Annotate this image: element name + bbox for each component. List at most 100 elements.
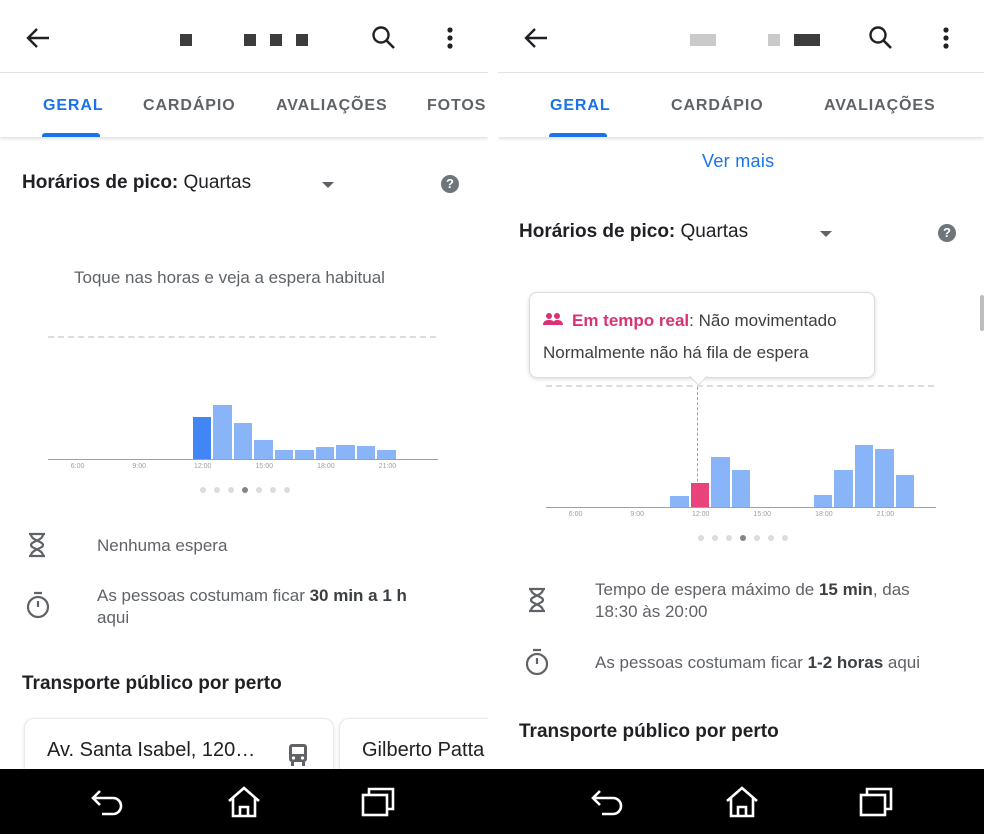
page-dot[interactable] <box>200 487 206 493</box>
tab-avaliacoes[interactable]: AVALIAÇÕES <box>824 97 936 115</box>
transit-stop-name: Gilberto Patta <box>362 739 485 761</box>
more-vert-icon[interactable] <box>930 22 962 54</box>
chart-bar[interactable] <box>670 496 689 507</box>
peak-hours-day: Quartas <box>183 172 252 193</box>
chart-bar[interactable] <box>813 495 833 507</box>
home-nav-icon[interactable] <box>722 783 762 821</box>
timer-icon <box>523 647 551 682</box>
chart-tick-label: 12:00 <box>193 463 212 470</box>
timer-icon <box>24 590 52 625</box>
wait-time-text: Tempo de espera máximo de 15 min, das 18:… <box>595 579 975 623</box>
chart-bar[interactable] <box>875 449 894 507</box>
wait-time-suffix: , das <box>872 580 910 599</box>
chart-bar[interactable] <box>274 449 294 459</box>
back-arrow-icon[interactable] <box>22 22 54 54</box>
page-dot[interactable] <box>698 535 704 541</box>
tab-fotos[interactable]: FOTOS <box>427 97 486 115</box>
chart-bar[interactable] <box>213 405 232 459</box>
recents-nav-icon[interactable] <box>358 783 398 821</box>
search-icon[interactable] <box>368 22 400 54</box>
page-dot[interactable] <box>782 535 788 541</box>
chart-tick-label: 6:00 <box>70 463 85 470</box>
search-icon[interactable] <box>865 22 897 54</box>
tab-geral[interactable]: GERAL <box>550 97 611 115</box>
transit-card[interactable]: Av. Santa Isabel, 120… <box>24 718 334 769</box>
transport-heading: Transporte público por perto <box>22 673 282 694</box>
visit-duration-prefix: As pessoas costumam ficar <box>97 586 310 605</box>
see-more-link[interactable]: Ver mais <box>702 151 774 172</box>
chart-bar-live[interactable] <box>690 483 710 507</box>
recents-nav-icon[interactable] <box>856 783 896 821</box>
tab-geral[interactable]: GERAL <box>43 97 104 115</box>
chart-page-dots[interactable] <box>698 535 788 541</box>
page-dot[interactable] <box>754 535 760 541</box>
page-dot[interactable] <box>228 487 234 493</box>
transit-stop-name: Av. Santa Isabel, 120… <box>47 739 256 761</box>
chart-bar[interactable] <box>895 474 915 507</box>
live-wait-line: Normalmente não há fila de espera <box>543 343 809 362</box>
page-dot[interactable] <box>214 487 220 493</box>
help-icon[interactable]: ? <box>938 224 956 242</box>
dropdown-arrow-icon[interactable] <box>322 182 334 188</box>
chart-dashed-line <box>546 385 934 387</box>
popular-times-chart[interactable] <box>546 435 936 507</box>
page-dot[interactable] <box>740 535 746 541</box>
more-vert-icon[interactable] <box>434 22 466 54</box>
chart-bar[interactable] <box>854 444 874 507</box>
dropdown-arrow-icon[interactable] <box>820 231 832 237</box>
chart-page-dots[interactable] <box>200 487 290 493</box>
back-arrow-icon[interactable] <box>520 22 552 54</box>
chart-bar[interactable] <box>731 469 751 507</box>
chart-bar[interactable] <box>254 440 273 459</box>
chart-bar[interactable] <box>315 447 335 459</box>
help-icon[interactable]: ? <box>441 175 459 193</box>
chart-ticks: 6:00 9:00 12:00 15:00 18:00 21:00 <box>546 511 936 521</box>
wait-time-value: 15 min <box>818 580 873 599</box>
back-nav-icon[interactable] <box>588 783 628 821</box>
chart-bar[interactable] <box>336 445 355 459</box>
chart-tick-label: 6:00 <box>568 511 583 518</box>
visit-duration-value: 1-2 horas <box>807 653 884 672</box>
chart-axis <box>48 459 438 460</box>
tab-cardapio[interactable]: CARDÁPIO <box>143 97 236 115</box>
back-nav-icon[interactable] <box>88 783 128 821</box>
chart-bar[interactable] <box>192 417 212 459</box>
live-status: : Não movimentado <box>689 311 837 330</box>
page-dot[interactable] <box>768 535 774 541</box>
chart-bar[interactable] <box>711 456 730 507</box>
peak-hours-label: Horários de pico: <box>22 172 179 193</box>
chart-bar[interactable] <box>233 422 253 459</box>
page-dot[interactable] <box>712 535 718 541</box>
tab-avaliacoes[interactable]: AVALIAÇÕES <box>276 97 388 115</box>
chart-axis <box>546 507 936 508</box>
visit-duration-suffix: aqui <box>883 653 921 672</box>
peak-hours-selector[interactable]: Horários de pico: Quartas <box>22 172 251 194</box>
peak-hint: Toque nas horas e veja a espera habitual <box>74 268 385 287</box>
page-dot[interactable] <box>256 487 262 493</box>
scrollbar-thumb[interactable] <box>980 295 984 331</box>
active-tab-indicator <box>42 133 100 137</box>
wait-time-prefix: Tempo de espera máximo de <box>595 580 819 599</box>
transport-heading: Transporte público por perto <box>519 721 779 742</box>
peak-hours-selector[interactable]: Horários de pico: Quartas <box>519 221 748 243</box>
page-dot[interactable] <box>284 487 290 493</box>
transit-card[interactable]: Gilberto Patta <box>339 718 488 769</box>
chart-bar[interactable] <box>356 446 376 459</box>
chart-bar[interactable] <box>834 469 853 507</box>
tab-cardapio[interactable]: CARDÁPIO <box>671 97 764 115</box>
tab-bar: GERAL CARDÁPIO AVALIAÇÕES <box>498 73 984 137</box>
chart-tick-label: 18:00 <box>317 463 335 470</box>
page-dot[interactable] <box>242 487 248 493</box>
chart-tick-label: 21:00 <box>378 463 397 470</box>
visit-duration-prefix: As pessoas costumam ficar <box>595 653 808 672</box>
popular-times-chart[interactable] <box>48 395 438 459</box>
home-nav-icon[interactable] <box>224 783 264 821</box>
page-dot[interactable] <box>270 487 276 493</box>
chart-bar[interactable] <box>295 449 314 459</box>
chart-bar[interactable] <box>377 449 396 459</box>
wait-time-text: Nenhuma espera <box>97 536 228 555</box>
redacted-title <box>296 34 308 46</box>
screenshot-gap <box>488 0 498 769</box>
page-dot[interactable] <box>726 535 732 541</box>
live-busyness-tooltip: Em tempo real: Não movimentado Normalmen… <box>529 292 875 378</box>
